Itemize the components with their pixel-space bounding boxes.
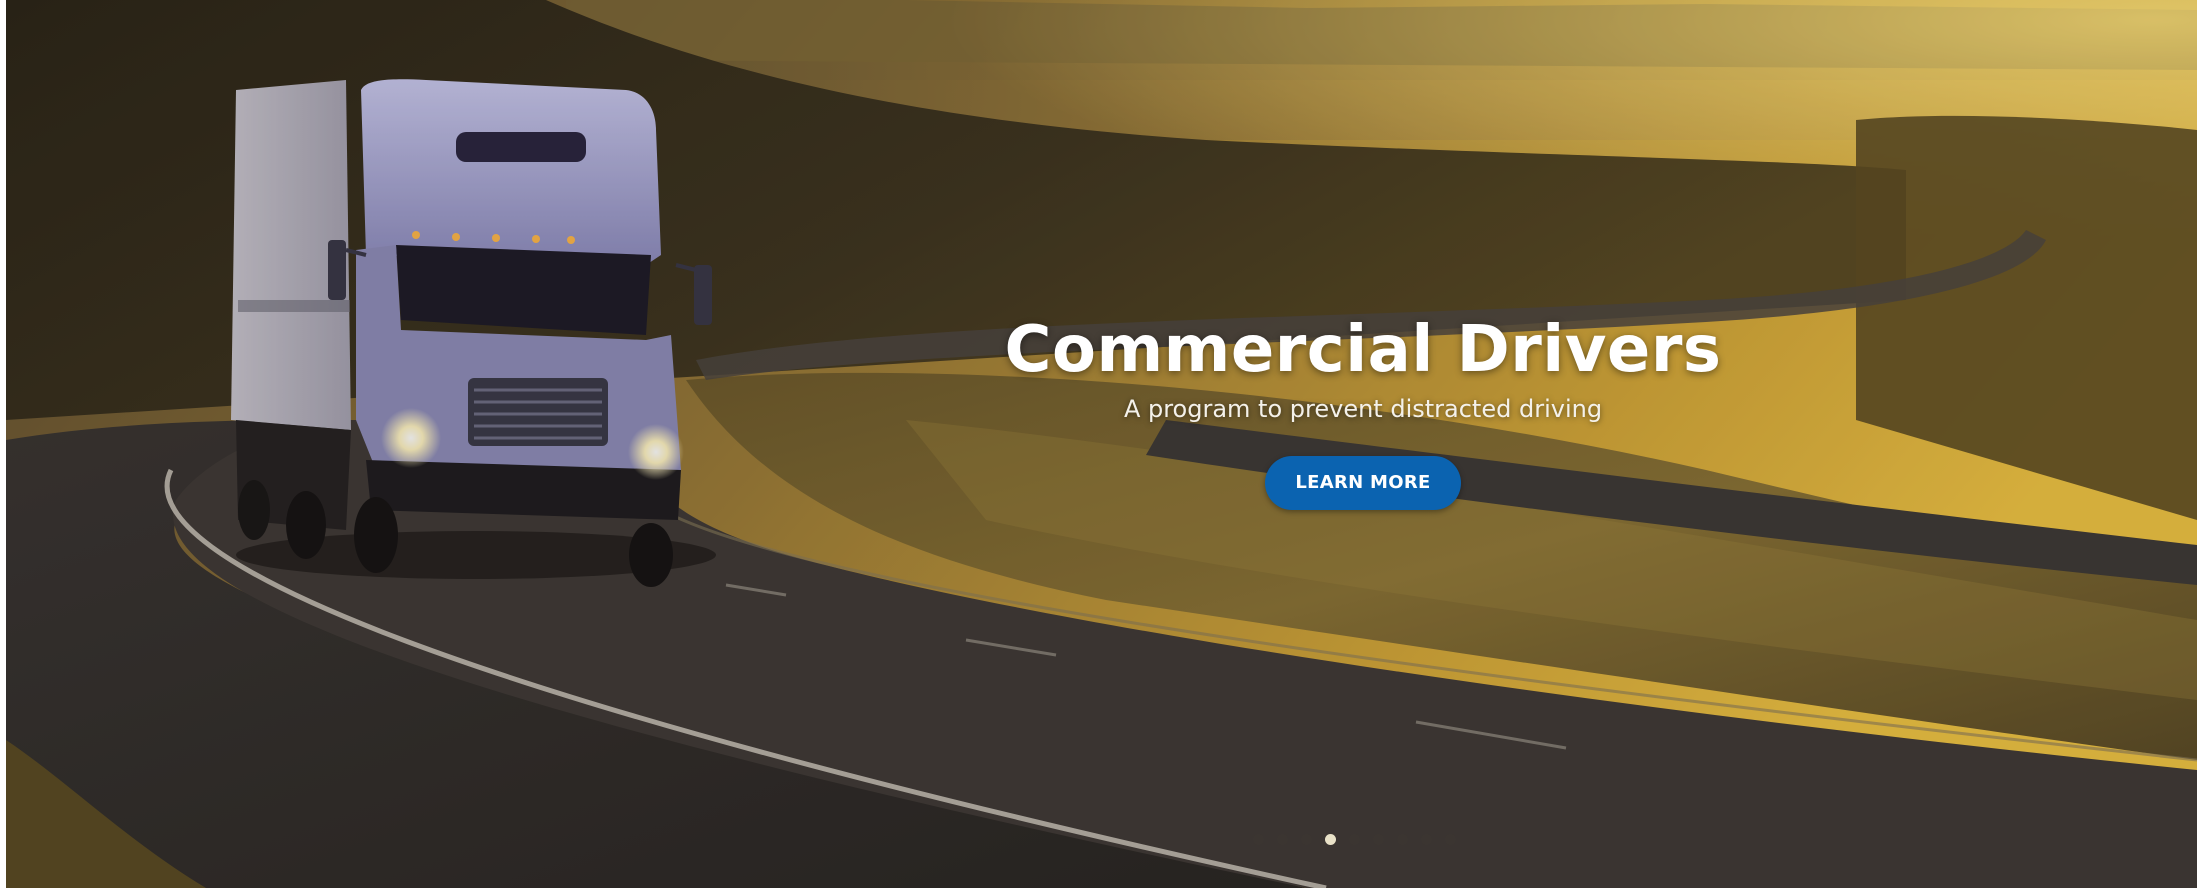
slider-pagination	[1253, 832, 1456, 846]
slide-dot-7[interactable]	[1397, 833, 1408, 845]
slide-dot-4[interactable]	[1325, 833, 1336, 845]
hero-slider: Commercial Drivers A program to prevent …	[6, 0, 2197, 888]
slide-caption: Commercial Drivers A program to prevent …	[698, 312, 2028, 510]
slide-dot-8[interactable]	[1421, 833, 1432, 845]
slide-title: Commercial Drivers	[1004, 313, 1722, 387]
slide-dot-1[interactable]	[1253, 833, 1264, 845]
learn-more-button[interactable]: LEARN MORE	[1265, 456, 1461, 510]
slide-dot-6[interactable]	[1373, 833, 1384, 845]
slide-dot-3[interactable]	[1301, 833, 1312, 845]
slide-dot-9[interactable]	[1445, 833, 1456, 845]
slide-dot-5[interactable]	[1349, 833, 1360, 845]
slide-dot-2[interactable]	[1277, 833, 1288, 845]
slide-subtitle: A program to prevent distracted driving	[1123, 395, 1603, 423]
